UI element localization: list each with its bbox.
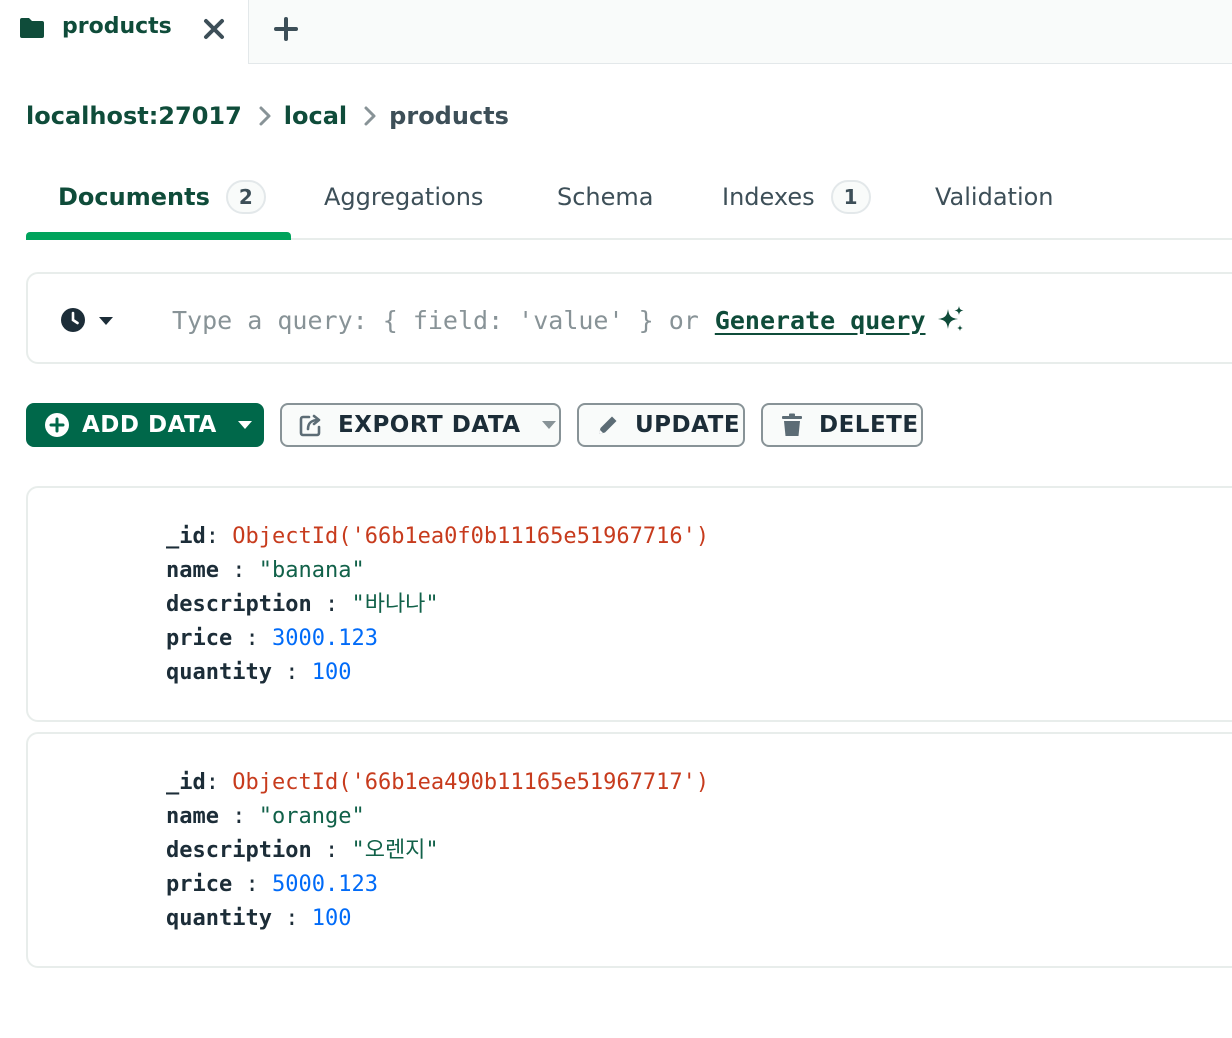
tab-documents-label: Documents: [58, 183, 210, 211]
field-value-string: "바나나": [351, 592, 439, 617]
document-fields: _id: ObjectId('66b1ea0f0b11165e51967716'…: [166, 520, 709, 690]
field-value-string: "banana": [258, 558, 365, 583]
field-value-string: "orange": [258, 804, 365, 829]
tab-documents[interactable]: Documents 2: [58, 180, 266, 214]
breadcrumb-collection: products: [389, 102, 509, 130]
sparkle-icon: [937, 306, 964, 331]
collection-tabs: Documents 2 Aggregations Schema Indexes …: [26, 170, 1232, 240]
add-data-button[interactable]: ADD DATA: [26, 403, 264, 447]
field-value-number: 100: [311, 906, 352, 931]
update-label: UPDATE: [635, 412, 741, 438]
query-bar: Type a query: { field: 'value' } or Gene…: [26, 272, 1232, 364]
tab-bar: products: [0, 0, 1232, 64]
field-key: price: [166, 872, 233, 897]
add-tab-icon[interactable]: [274, 17, 298, 41]
delete-label: DELETE: [819, 412, 919, 438]
caret-down-icon: [237, 421, 252, 429]
tab-aggregations-label: Aggregations: [324, 183, 484, 211]
export-icon: [299, 414, 321, 437]
generate-query-link[interactable]: Generate query: [715, 306, 926, 335]
field-value-objectid: ObjectId('66b1ea0f0b11165e51967716'): [232, 524, 710, 549]
tab-schema[interactable]: Schema: [557, 180, 654, 214]
close-icon[interactable]: [203, 18, 225, 40]
breadcrumb-database[interactable]: local: [284, 102, 347, 130]
document-card[interactable]: _id: ObjectId('66b1ea0f0b11165e51967716'…: [26, 486, 1232, 722]
tab-validation[interactable]: Validation: [935, 180, 1054, 214]
export-data-label: EXPORT DATA: [338, 412, 521, 438]
document-card[interactable]: _id: ObjectId('66b1ea490b11165e51967717'…: [26, 732, 1232, 968]
field-row-id: _id: ObjectId('66b1ea490b11165e51967717'…: [166, 766, 709, 800]
update-button[interactable]: UPDATE: [577, 403, 745, 447]
field-key: quantity: [166, 660, 272, 685]
query-input[interactable]: Type a query: { field: 'value' } or Gene…: [172, 302, 966, 338]
field-value-string: "오렌지": [351, 838, 439, 863]
query-placeholder: Type a query: { field: 'value' } or: [172, 305, 699, 335]
field-row-name: name : "orange": [166, 800, 709, 834]
field-key: name: [166, 558, 219, 583]
field-row-quantity: quantity : 100: [166, 656, 709, 690]
caret-down-icon: [541, 421, 556, 429]
trash-icon: [782, 413, 802, 436]
chevron-right-icon: [364, 106, 376, 126]
delete-button[interactable]: DELETE: [761, 403, 923, 447]
caret-down-icon[interactable]: [98, 316, 114, 326]
plus-circle-icon: [45, 413, 69, 437]
field-key: _id: [166, 770, 206, 795]
collection-tab[interactable]: products: [0, 0, 249, 64]
chevron-right-icon: [259, 106, 271, 126]
field-row-description: description : "바나나": [166, 588, 709, 622]
field-row-id: _id: ObjectId('66b1ea0f0b11165e51967716'…: [166, 520, 709, 554]
field-row-price: price : 3000.123: [166, 622, 709, 656]
add-data-label: ADD DATA: [82, 412, 217, 438]
field-key: name: [166, 804, 219, 829]
field-row-price: price : 5000.123: [166, 868, 709, 902]
clock-icon[interactable]: [60, 307, 86, 333]
field-value-objectid: ObjectId('66b1ea490b11165e51967717'): [232, 770, 710, 795]
pencil-icon: [599, 416, 617, 434]
field-key: price: [166, 626, 233, 651]
active-tab-indicator: [26, 232, 291, 240]
breadcrumb: localhost:27017 local products: [26, 100, 509, 132]
field-key: quantity: [166, 906, 272, 931]
field-key: _id: [166, 524, 206, 549]
indexes-count-badge: 1: [830, 180, 871, 214]
field-row-quantity: quantity : 100: [166, 902, 709, 936]
export-data-button[interactable]: EXPORT DATA: [280, 403, 561, 447]
field-value-number: 100: [311, 660, 352, 685]
tab-schema-label: Schema: [557, 183, 654, 211]
tab-aggregations[interactable]: Aggregations: [324, 180, 483, 214]
tab-indexes[interactable]: Indexes 1: [722, 180, 871, 214]
folder-icon: [20, 18, 44, 38]
field-value-number: 3000.123: [271, 626, 378, 651]
documents-count-badge: 2: [225, 180, 266, 214]
tab-validation-label: Validation: [935, 183, 1054, 211]
document-fields: _id: ObjectId('66b1ea490b11165e51967717'…: [166, 766, 709, 936]
tab-label: products: [62, 14, 172, 39]
field-value-number: 5000.123: [271, 872, 378, 897]
field-key: description: [166, 838, 312, 863]
breadcrumb-host[interactable]: localhost:27017: [26, 102, 242, 130]
tab-indexes-label: Indexes: [722, 183, 815, 211]
field-row-name: name : "banana": [166, 554, 709, 588]
field-key: description: [166, 592, 312, 617]
field-row-description: description : "오렌지": [166, 834, 709, 868]
